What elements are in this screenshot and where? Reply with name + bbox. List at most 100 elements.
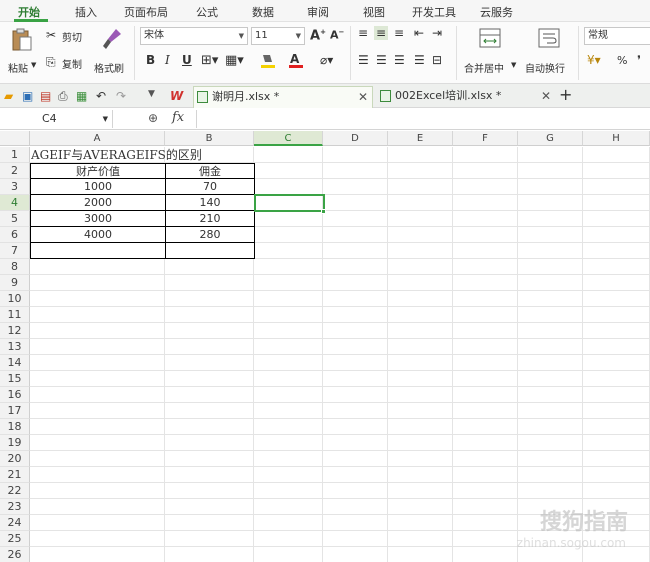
grid-cell[interactable] bbox=[30, 275, 165, 291]
grid-cell[interactable] bbox=[518, 147, 583, 163]
active-cell-border[interactable] bbox=[254, 194, 325, 212]
grid-cell[interactable] bbox=[583, 483, 650, 499]
grid-cell[interactable] bbox=[323, 179, 388, 195]
grid-cell[interactable] bbox=[453, 419, 518, 435]
grid-cell[interactable] bbox=[323, 387, 388, 403]
grid-cell[interactable] bbox=[388, 371, 453, 387]
new-tab-button[interactable]: + bbox=[559, 85, 572, 104]
grid-cell[interactable] bbox=[323, 339, 388, 355]
table-cell[interactable]: 3000 bbox=[30, 211, 166, 227]
grid-cell[interactable] bbox=[583, 275, 650, 291]
grid-cell[interactable] bbox=[254, 515, 323, 531]
grid-cell[interactable] bbox=[453, 467, 518, 483]
border-icon[interactable]: ⊞▾ bbox=[201, 53, 218, 68]
row-header-9[interactable]: 9 bbox=[0, 275, 30, 291]
distributed-icon[interactable]: ⊟ bbox=[432, 53, 442, 67]
grid-cell[interactable] bbox=[518, 243, 583, 259]
grid-cell[interactable] bbox=[30, 515, 165, 531]
grid-cell[interactable] bbox=[388, 435, 453, 451]
grid-cell[interactable] bbox=[518, 259, 583, 275]
grid-cell[interactable] bbox=[518, 163, 583, 179]
bold-button[interactable]: B bbox=[146, 53, 155, 67]
grid-cell[interactable] bbox=[583, 243, 650, 259]
grid-cell[interactable] bbox=[254, 403, 323, 419]
grid-cell[interactable] bbox=[453, 403, 518, 419]
grid-cell[interactable] bbox=[254, 339, 323, 355]
align-right-icon[interactable]: ☰ bbox=[394, 53, 405, 67]
grid-cell[interactable] bbox=[30, 387, 165, 403]
grid-cell[interactable] bbox=[583, 259, 650, 275]
clear-format-icon[interactable]: ⌀▾ bbox=[320, 53, 333, 67]
grid-cell[interactable] bbox=[254, 531, 323, 547]
row-header-6[interactable]: 6 bbox=[0, 227, 30, 243]
grid-cell[interactable] bbox=[323, 531, 388, 547]
grid-cell[interactable] bbox=[323, 483, 388, 499]
tab-home[interactable]: 开始 bbox=[18, 4, 40, 20]
grid-cell[interactable] bbox=[453, 515, 518, 531]
select-all-corner[interactable] bbox=[0, 131, 30, 146]
row-header-25[interactable]: 25 bbox=[0, 531, 30, 547]
grid-cell[interactable] bbox=[165, 451, 254, 467]
grid-cell[interactable] bbox=[254, 547, 323, 562]
grid-cell[interactable] bbox=[165, 339, 254, 355]
table-cell[interactable]: 280 bbox=[165, 227, 255, 243]
grid-cell[interactable] bbox=[30, 547, 165, 562]
paste-dropdown-icon[interactable]: ▼ bbox=[31, 61, 36, 69]
grid-cell[interactable] bbox=[30, 371, 165, 387]
grid-cell[interactable] bbox=[165, 403, 254, 419]
row-header-23[interactable]: 23 bbox=[0, 499, 30, 515]
print-preview-icon[interactable]: ▦ bbox=[76, 89, 87, 103]
grid-cell[interactable] bbox=[583, 339, 650, 355]
percent-button[interactable]: % bbox=[617, 54, 627, 67]
grid-cell[interactable] bbox=[254, 307, 323, 323]
grid-cell[interactable] bbox=[30, 531, 165, 547]
grid-cell[interactable] bbox=[254, 355, 323, 371]
insert-function-button[interactable]: fx bbox=[172, 110, 184, 125]
grid-cell[interactable] bbox=[30, 483, 165, 499]
doc-tab[interactable]: 002Excel培训.xlsx * ✕ bbox=[377, 86, 555, 108]
grid-cell[interactable] bbox=[453, 243, 518, 259]
grid-cell[interactable] bbox=[254, 259, 323, 275]
tab-insert[interactable]: 插入 bbox=[75, 4, 97, 20]
align-bottom-icon[interactable]: ≡ bbox=[394, 26, 404, 40]
format-painter-button[interactable]: 格式刷 bbox=[94, 26, 128, 76]
grid-cell[interactable] bbox=[323, 291, 388, 307]
grid-cell[interactable] bbox=[518, 211, 583, 227]
grid-cell[interactable] bbox=[583, 307, 650, 323]
underline-button[interactable]: U bbox=[182, 53, 192, 67]
grid-cell[interactable] bbox=[388, 195, 453, 211]
grid-cell[interactable] bbox=[165, 419, 254, 435]
row-header-26[interactable]: 26 bbox=[0, 547, 30, 562]
grid-cell[interactable] bbox=[453, 275, 518, 291]
tab-view[interactable]: 视图 bbox=[363, 4, 385, 20]
grid-cell[interactable] bbox=[583, 403, 650, 419]
grid-cell[interactable] bbox=[518, 467, 583, 483]
row-header-5[interactable]: 5 bbox=[0, 211, 30, 227]
grid-cell[interactable] bbox=[388, 531, 453, 547]
decrease-font-icon[interactable]: A− bbox=[330, 28, 344, 42]
grid-cell[interactable] bbox=[388, 275, 453, 291]
grid-cell[interactable] bbox=[30, 307, 165, 323]
grid-cell[interactable] bbox=[254, 147, 323, 163]
grid-cell[interactable] bbox=[453, 147, 518, 163]
row-header-18[interactable]: 18 bbox=[0, 419, 30, 435]
grid-cell[interactable] bbox=[323, 547, 388, 562]
grid-cell[interactable] bbox=[165, 387, 254, 403]
grid-cell[interactable] bbox=[254, 483, 323, 499]
row-header-4[interactable]: 4 bbox=[0, 195, 30, 211]
row-header-12[interactable]: 12 bbox=[0, 323, 30, 339]
italic-button[interactable]: I bbox=[165, 53, 170, 67]
align-top-icon[interactable]: ≡ bbox=[358, 26, 368, 40]
grid-cell[interactable] bbox=[165, 531, 254, 547]
tab-review[interactable]: 审阅 bbox=[307, 4, 329, 20]
grid-cell[interactable] bbox=[583, 355, 650, 371]
grid-cell[interactable] bbox=[323, 419, 388, 435]
print-icon[interactable]: ⎙ bbox=[58, 89, 68, 104]
grid-cell[interactable] bbox=[165, 483, 254, 499]
quick-access-dropdown-icon[interactable]: ▼ bbox=[148, 89, 155, 99]
grid-cell[interactable] bbox=[453, 355, 518, 371]
grid-cell[interactable] bbox=[30, 451, 165, 467]
grid-cell[interactable] bbox=[254, 243, 323, 259]
grid-cell[interactable] bbox=[518, 371, 583, 387]
grid-cell[interactable] bbox=[323, 227, 388, 243]
